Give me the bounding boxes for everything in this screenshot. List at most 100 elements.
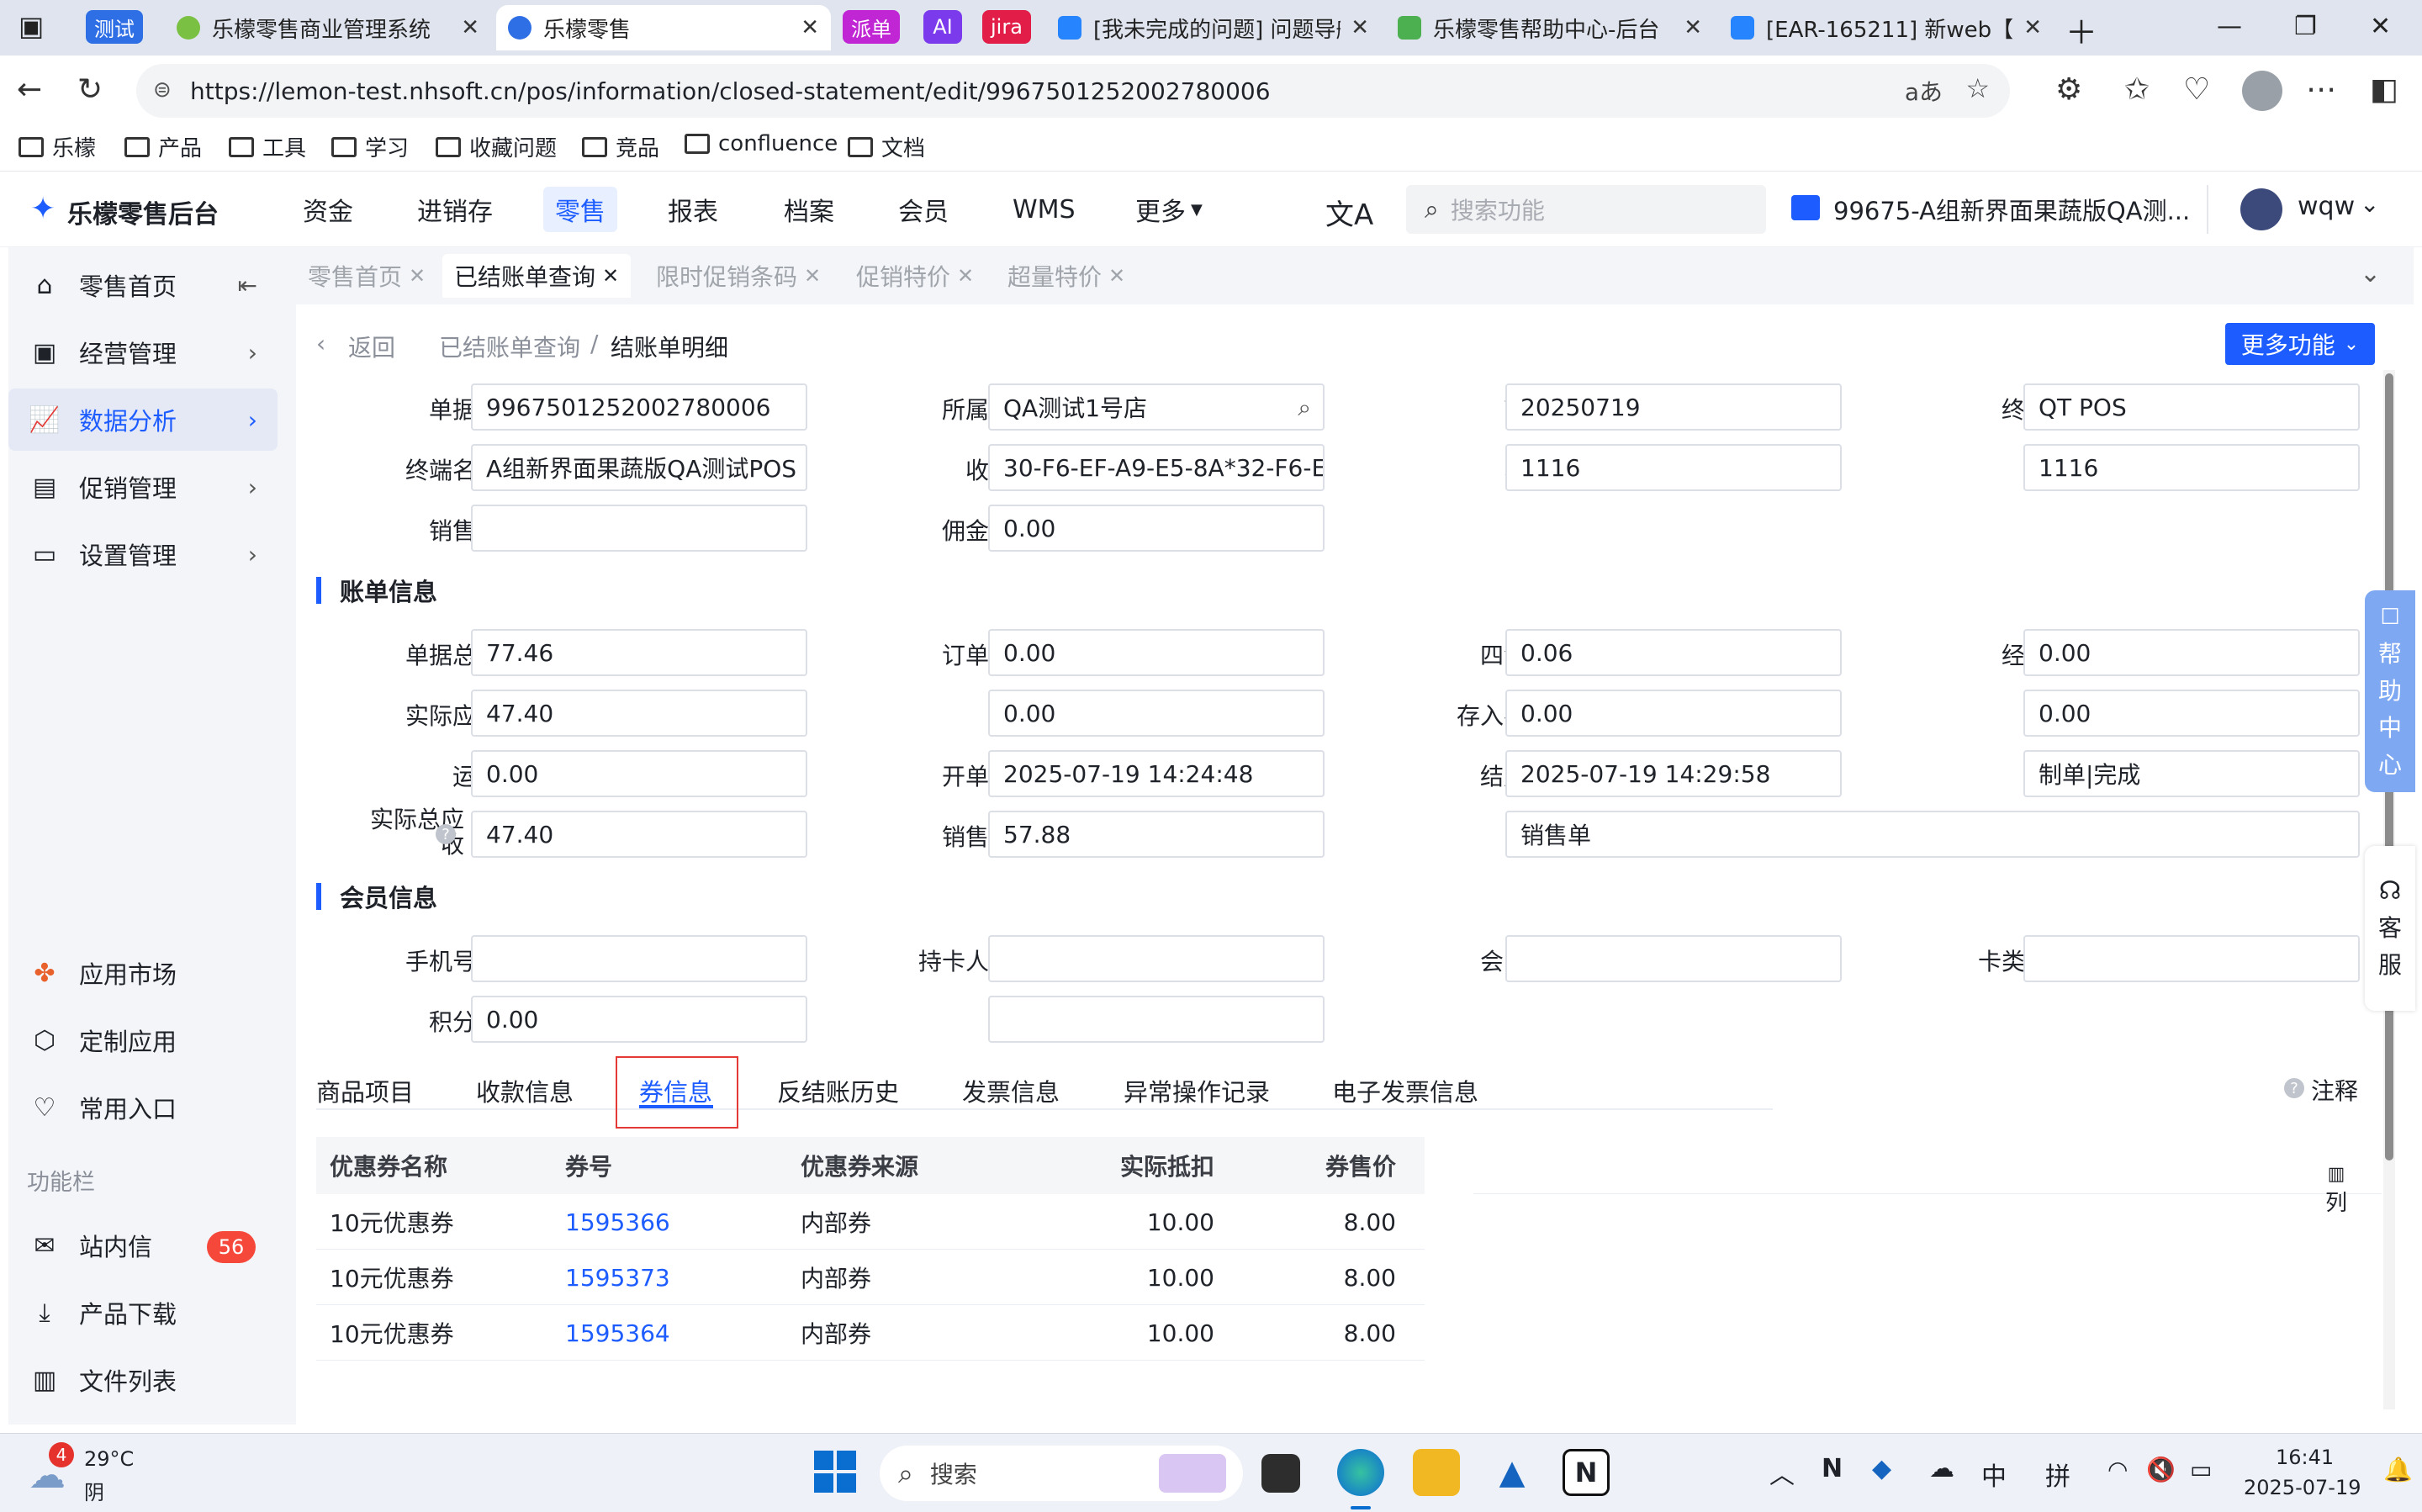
salesperson-field[interactable] xyxy=(471,505,807,552)
collapse-sidebar-icon[interactable]: ⇤ xyxy=(238,272,257,299)
content-tab-promo-price[interactable]: 促销特价 ✕ xyxy=(844,254,986,298)
performance-icon[interactable]: ♡ xyxy=(2183,72,2210,107)
sidebar-item-custom-app[interactable]: ⬡ 定制应用 xyxy=(8,1009,278,1071)
balance-field[interactable]: 0.00 xyxy=(2023,690,2360,737)
remark-field[interactable]: 销售单 xyxy=(1505,811,2360,858)
sidebar-toggle-icon[interactable]: ◧ xyxy=(2370,72,2398,107)
minimize-icon[interactable]: — xyxy=(2217,12,2242,41)
tabs-dropdown-icon[interactable]: ⌄ xyxy=(2360,259,2381,288)
points-field[interactable]: 0.00 xyxy=(471,996,807,1043)
browser-tab-help-center[interactable]: 乐檬零售帮助中心-后台 ✕ xyxy=(1386,5,1714,50)
content-tab-flash-promo[interactable]: 限时促销条码 ✕ xyxy=(644,254,833,298)
taskbar-search-input[interactable]: ⌕ 搜索 xyxy=(880,1446,1243,1501)
manager-discount-field[interactable]: 0.00 xyxy=(2023,629,2360,676)
volume-muted-icon[interactable]: 🔇 xyxy=(2146,1456,2176,1483)
detail-tab-coupons[interactable]: 券信息 xyxy=(639,1073,712,1108)
profile-avatar[interactable] xyxy=(2242,71,2282,111)
bookmark-folder[interactable]: 文档 xyxy=(848,131,925,162)
sidebar-item-file-list[interactable]: ▥ 文件列表 xyxy=(8,1349,278,1411)
detail-tab-reverse-history[interactable]: 反结账历史 xyxy=(777,1073,899,1108)
tab-actions-icon[interactable]: ▣ xyxy=(19,10,44,42)
tab-close-icon[interactable]: ✕ xyxy=(409,264,426,288)
business-day-field[interactable]: 20250719 xyxy=(1505,383,1842,431)
tab-close-icon[interactable]: ✕ xyxy=(801,15,819,40)
user-menu-chevron-icon[interactable]: ⌄ xyxy=(2360,190,2379,218)
file-explorer-icon[interactable] xyxy=(1413,1449,1460,1496)
favorite-star-icon[interactable]: ☆ xyxy=(1965,72,1990,104)
nav-more[interactable]: 更多 ▼ xyxy=(1124,187,1214,232)
search-icon[interactable]: ⌕ xyxy=(1298,394,1311,422)
help-center-float-button[interactable]: ☐ 帮 助 中 心 xyxy=(2365,590,2415,792)
nav-members[interactable]: 会员 xyxy=(886,187,960,232)
cell-coupon-no-link[interactable]: 1595373 xyxy=(565,1250,670,1305)
sidebar-item-retail-home[interactable]: ⌂ 零售首页 ⇤ xyxy=(8,254,278,316)
show-hidden-icons-chevron-icon[interactable]: ︿ xyxy=(1769,1454,1795,1491)
tab-close-icon[interactable]: ✕ xyxy=(1108,264,1125,288)
current-store[interactable]: 99675-A组新界面果蔬版QA测... xyxy=(1833,192,2190,227)
site-info-icon[interactable]: ⊜ xyxy=(153,77,172,103)
detail-tab-items[interactable]: 商品项目 xyxy=(316,1073,414,1108)
detail-tab-payments[interactable]: 收款信息 xyxy=(476,1073,574,1108)
content-tab-retail-home[interactable]: 零售首页 ✕ xyxy=(296,254,437,298)
task-view-icon[interactable] xyxy=(1261,1454,1300,1493)
column-header-deduction[interactable]: 实际抵扣 xyxy=(1120,1137,1214,1194)
nav-retail[interactable]: 零售 xyxy=(543,187,617,232)
sidebar-item-favorites[interactable]: ♡ 常用入口 xyxy=(8,1076,278,1139)
reload-icon[interactable]: ↻ xyxy=(77,72,103,107)
column-header-coupon-name[interactable]: 优惠券名称 xyxy=(330,1137,447,1194)
level-field[interactable] xyxy=(1505,935,1842,982)
column-header-sale-price[interactable]: 券售价 xyxy=(1302,1137,1396,1194)
feature-search-input[interactable]: ⌕ 搜索功能 xyxy=(1406,185,1766,234)
help-question-icon[interactable]: ? xyxy=(436,824,456,844)
bookmark-folder[interactable]: 收藏问题 xyxy=(436,131,557,162)
commission-field[interactable]: 0.00 xyxy=(988,505,1325,552)
user-avatar[interactable] xyxy=(2240,188,2282,230)
ime-mode-pinyin[interactable]: 拼 xyxy=(2045,1456,2070,1493)
wifi-icon[interactable]: ◠ xyxy=(2107,1456,2128,1483)
back-chevron-icon[interactable]: ‹ xyxy=(316,330,325,357)
user-name[interactable]: wqw xyxy=(2298,192,2355,221)
cell-coupon-no-link[interactable]: 1595364 xyxy=(565,1305,670,1361)
column-header-coupon-source[interactable]: 优惠券来源 xyxy=(801,1137,918,1194)
sidebar-item-promotions[interactable]: ▤ 促销管理 › xyxy=(8,456,278,518)
sidebar-item-app-market[interactable]: ✤ 应用市场 xyxy=(8,942,278,1004)
pinned-tab-ai[interactable]: AI xyxy=(923,10,962,44)
bookmark-folder[interactable]: 工具 xyxy=(229,131,306,162)
cashier-machine-field[interactable]: 30-F6-EF-A9-E5-8A*32-F6-EF- xyxy=(988,444,1325,491)
nav-reports[interactable]: 报表 xyxy=(656,187,730,232)
customer-field[interactable] xyxy=(988,996,1325,1043)
note-link[interactable]: 注释 xyxy=(2311,1073,2358,1107)
back-icon[interactable]: ← xyxy=(17,72,42,107)
operator-field[interactable]: 1116 xyxy=(2023,444,2360,491)
browser-tab-lemon-retail[interactable]: 乐檬零售 ✕ xyxy=(496,5,831,50)
pinned-tab-jira[interactable]: jira xyxy=(982,10,1031,44)
more-functions-button[interactable]: 更多功能 ⌄ xyxy=(2225,323,2375,365)
breadcrumb-parent[interactable]: 已结账单查询 xyxy=(439,330,580,363)
cashier-field[interactable]: 1116 xyxy=(1505,444,1842,491)
rounding-field[interactable]: 0.06 xyxy=(1505,629,1842,676)
bookmark-folder[interactable]: 学习 xyxy=(331,131,409,162)
change-field[interactable]: 0.00 xyxy=(988,690,1325,737)
browser-tab-ear[interactable]: [EAR-165211] 新web【已结 ✕ xyxy=(1719,5,2054,50)
tab-close-icon[interactable]: ✕ xyxy=(957,264,974,288)
content-tab-closed-bills[interactable]: 已结账单查询 ✕ xyxy=(442,254,632,298)
back-link[interactable]: 返回 xyxy=(348,330,395,363)
close-time-field[interactable]: 2025-07-19 14:29:58 xyxy=(1505,750,1842,797)
pinned-tab-paidan[interactable]: 派单 xyxy=(843,10,900,44)
order-discount-field[interactable]: 0.00 xyxy=(988,629,1325,676)
nav-archives[interactable]: 档案 xyxy=(772,187,846,232)
sidebar-item-operations[interactable]: ▣ 经营管理 › xyxy=(8,321,278,383)
browser-tab-lemon-system[interactable]: 乐檬零售商业管理系统 ✕ xyxy=(165,5,491,50)
sidebar-item-messages[interactable]: ✉ 站内信 56 xyxy=(8,1214,278,1277)
battery-icon[interactable]: ▭ xyxy=(2190,1456,2212,1483)
notion-icon[interactable]: N xyxy=(1563,1449,1610,1496)
holder-field[interactable] xyxy=(988,935,1325,982)
onedrive-icon[interactable]: ☁ xyxy=(1929,1454,1954,1483)
nav-funds[interactable]: 资金 xyxy=(291,187,365,232)
card-type-field[interactable] xyxy=(2023,935,2360,982)
favorites-icon[interactable]: ✩ xyxy=(2124,72,2150,107)
tab-close-icon[interactable]: ✕ xyxy=(2023,15,2042,40)
extensions-icon[interactable]: ⚙ xyxy=(2055,72,2082,107)
brand-title[interactable]: 乐檬零售后台 xyxy=(67,193,219,230)
app-launcher-icon[interactable]: ▲ xyxy=(1489,1449,1536,1496)
